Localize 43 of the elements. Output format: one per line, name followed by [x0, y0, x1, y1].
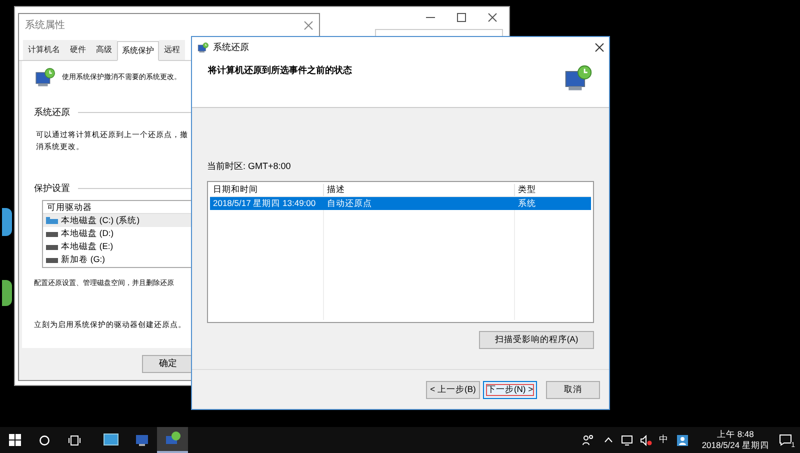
wizard-button[interactable]: < 上一步(B) [426, 380, 480, 398]
wizard-button[interactable]: 下一步(N) > [483, 380, 537, 398]
tab[interactable]: 硬件 [65, 40, 91, 60]
column-header[interactable]: 描述 [324, 184, 515, 196]
people-icon[interactable] [582, 434, 594, 446]
tab[interactable]: 远程 [159, 40, 185, 60]
drive-icon [46, 242, 58, 250]
chevron-up-icon[interactable] [604, 437, 613, 443]
minimize-icon[interactable] [426, 16, 435, 18]
window-title: 系统属性 [25, 18, 65, 32]
drive-icon [46, 256, 58, 264]
scan-button[interactable]: 扫描受影响的程序(A) [479, 330, 594, 348]
notification-icon[interactable] [779, 434, 792, 446]
windows-start-icon[interactable] [9, 434, 21, 446]
search-icon[interactable] [39, 434, 50, 446]
column-header[interactable]: 日期和时间 [210, 184, 324, 196]
column-header: 可用驱动器 [47, 201, 92, 214]
clock[interactable]: 上午 8:48 2018/5/24 星期四 [702, 429, 769, 451]
taskbar-app[interactable] [157, 427, 188, 453]
close-icon[interactable] [488, 12, 497, 22]
tab[interactable]: 高级 [91, 40, 117, 60]
column-header[interactable]: 类型 [515, 184, 591, 196]
restore-point-row[interactable]: 2018/5/17 星期四 13:49:00 自动还原点 系统 [210, 196, 591, 210]
task-view-icon[interactable] [68, 434, 81, 446]
user-icon[interactable] [676, 434, 688, 446]
timezone-text: 当前时区: GMT+8:00 [207, 160, 292, 173]
dialog-heading: 将计算机还原到所选事件之前的状态 [208, 64, 352, 77]
restore-icon [197, 42, 209, 54]
close-icon[interactable] [595, 43, 604, 52]
network-icon[interactable] [620, 434, 633, 446]
window-title: 系统还原 [213, 40, 249, 54]
ime-indicator[interactable]: 中 [658, 433, 668, 447]
volume-muted-icon[interactable] [640, 434, 652, 446]
computer-icon [34, 67, 56, 89]
maximize-icon[interactable] [457, 12, 466, 22]
ok-button[interactable]: 确定 [142, 355, 194, 373]
wizard-button[interactable]: 取消 [546, 380, 600, 398]
tab[interactable]: 计算机名 [23, 40, 65, 60]
section-heading: 系统还原 [34, 106, 70, 119]
section-heading: 保护设置 [34, 182, 70, 194]
drive-icon [46, 230, 58, 238]
tab[interactable]: 系统保护 [117, 41, 159, 61]
drive-icon [46, 216, 58, 224]
